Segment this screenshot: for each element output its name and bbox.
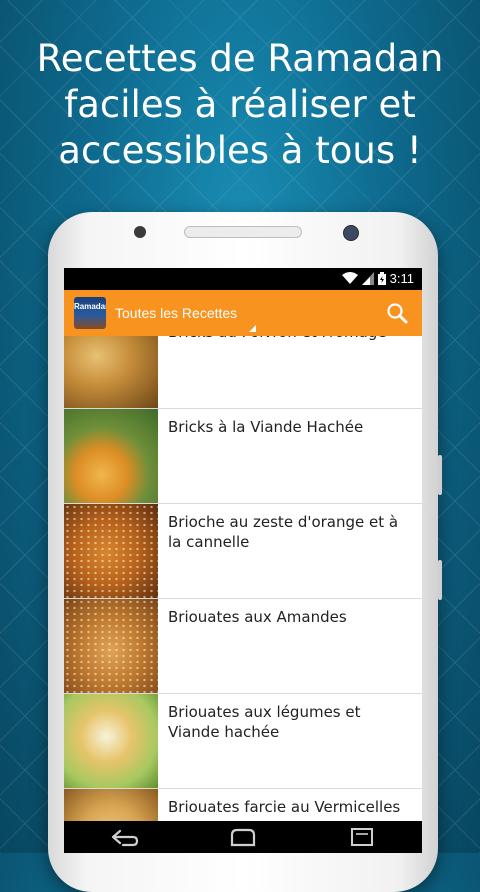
recipe-title: Briouates aux Amandes	[168, 608, 347, 626]
recipe-item[interactable]: Bricks à la Viande Hachée	[64, 409, 422, 504]
recipe-item[interactable]: Briouates farcie au Vermicelles	[64, 789, 422, 821]
recipe-title: Bricks au Poivron et Fromage	[158, 336, 422, 408]
recipe-thumbnail	[64, 599, 158, 693]
promo-headline: Recettes de Ramadan faciles à réaliser e…	[20, 36, 460, 174]
navigation-bar	[64, 821, 422, 853]
recipe-thumbnail	[64, 336, 158, 408]
recipe-title: Briouates farcie au Vermicelles	[168, 798, 401, 816]
battery-icon	[377, 272, 386, 285]
earpiece-speaker	[184, 226, 302, 238]
app-logo[interactable]: Ramadan	[74, 297, 106, 329]
promo-line-1: Recettes de Ramadan	[36, 37, 444, 80]
search-icon[interactable]	[386, 302, 408, 324]
app-bar: Ramadan Toutes les Recettes	[64, 290, 422, 336]
status-time: 3:11	[389, 271, 414, 286]
recipe-title: Briouates aux légumes et Viande hachée	[168, 703, 361, 741]
status-bar: 3:11	[64, 268, 422, 290]
recipe-thumbnail	[64, 694, 158, 788]
signal-icon	[361, 272, 374, 285]
recipe-item[interactable]: Briouates aux Amandes	[64, 599, 422, 694]
back-icon[interactable]	[107, 826, 141, 848]
promo-line-2: faciles à réaliser et	[64, 83, 416, 126]
front-camera	[343, 225, 359, 241]
wifi-icon	[341, 272, 358, 284]
promo-line-3: accessibles à tous !	[58, 129, 422, 172]
sensor-dot	[134, 226, 146, 238]
volume-button	[438, 455, 442, 495]
app-logo-text: Ramadan	[74, 302, 106, 311]
dropdown-indicator-icon[interactable]	[249, 325, 256, 332]
recipe-item[interactable]: Brioche au zeste d'orange et à la cannel…	[64, 504, 422, 599]
power-button	[438, 560, 442, 600]
recipe-thumbnail	[64, 504, 158, 598]
recipe-item[interactable]: Briouates aux légumes et Viande hachée	[64, 694, 422, 789]
recipe-item[interactable]: Bricks au Poivron et Fromage	[64, 336, 422, 409]
recipe-title: Bricks à la Viande Hachée	[168, 418, 364, 436]
home-icon[interactable]	[226, 826, 260, 848]
recipe-thumbnail	[64, 409, 158, 503]
phone-screen: 3:11 Ramadan Toutes les Recettes Bricks …	[64, 268, 422, 853]
recents-icon[interactable]	[345, 826, 379, 848]
category-title[interactable]: Toutes les Recettes	[115, 305, 237, 321]
recipe-thumbnail	[64, 789, 158, 821]
recipe-list[interactable]: Bricks au Poivron et Fromage Bricks à la…	[64, 336, 422, 821]
recipe-title: Brioche au zeste d'orange et à la cannel…	[168, 513, 399, 551]
